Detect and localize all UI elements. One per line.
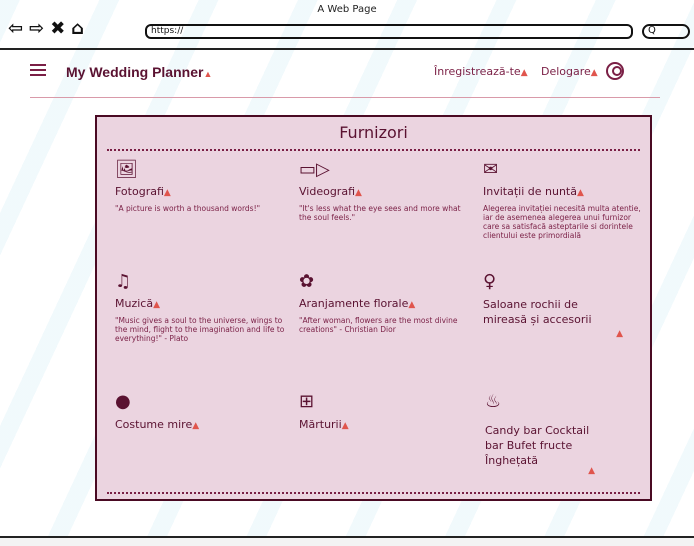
vendor-title: Mărturii bbox=[299, 418, 342, 431]
vendor-card-videographers[interactable]: ▭▷ Videografi▲ "It's less what the eye s… bbox=[299, 159, 469, 222]
vendor-card-groom-suits[interactable]: ● Costume mire▲ bbox=[115, 391, 285, 434]
pin-icon: ▲ bbox=[341, 421, 349, 431]
photos-icon: 🖼 bbox=[115, 159, 138, 180]
vendor-title: Invitații de nuntă bbox=[483, 185, 577, 198]
vendor-card-candy-bar[interactable]: ♨ Candy bar Cocktail bar Bufet fructe În… bbox=[485, 391, 595, 477]
vendor-desc: Alegerea invitației necesită multa atent… bbox=[483, 204, 641, 240]
cupcake-icon: ♨ bbox=[485, 391, 502, 412]
back-icon[interactable]: ⇦ bbox=[8, 20, 23, 38]
groom-icon: ● bbox=[115, 391, 131, 412]
brand-title[interactable]: My Wedding Planner▲ bbox=[66, 64, 212, 80]
divider bbox=[107, 492, 640, 494]
logout-link[interactable]: Delogare▲ bbox=[541, 65, 598, 78]
vendor-title: Videografi bbox=[299, 185, 355, 198]
search-box[interactable]: Q bbox=[642, 24, 690, 39]
app-header: My Wedding Planner▲ Înregistrează-te▲ De… bbox=[30, 58, 660, 98]
pin-icon: ▲ bbox=[203, 69, 213, 79]
dress-icon: ♀ bbox=[483, 271, 497, 292]
vendor-card-dresses[interactable]: ♀ Saloane rochii de mireasă și accesorii… bbox=[483, 271, 623, 340]
vendors-panel: Furnizori 🖼 Fotografi▲ "A picture is wor… bbox=[95, 115, 652, 501]
vendor-card-music[interactable]: ♫ Muzică▲ "Music gives a soul to the uni… bbox=[115, 271, 285, 343]
home-icon[interactable]: ⌂ bbox=[71, 20, 84, 38]
pin-icon: ▲ bbox=[588, 466, 595, 476]
vendor-desc: "Music gives a soul to the universe, win… bbox=[115, 316, 285, 343]
menu-icon[interactable] bbox=[30, 64, 46, 78]
section-title: Furnizori bbox=[339, 123, 408, 142]
window-title: A Web Page bbox=[317, 4, 377, 15]
vendor-desc: "After woman, flowers are the most divin… bbox=[299, 316, 458, 334]
pin-icon: ▲ bbox=[616, 329, 623, 339]
close-icon[interactable]: ✖ bbox=[50, 20, 65, 38]
mail-icon: ✉ bbox=[483, 159, 499, 180]
vendor-title: Fotografi bbox=[115, 185, 164, 198]
vendor-card-favors[interactable]: ⊞ Mărturii▲ bbox=[299, 391, 469, 434]
pin-icon: ▲ bbox=[192, 421, 200, 431]
pin-icon: ▲ bbox=[520, 68, 528, 78]
register-link[interactable]: Înregistrează-te▲ bbox=[434, 65, 528, 78]
forward-icon[interactable]: ⇨ bbox=[29, 20, 44, 38]
gift-icon: ⊞ bbox=[299, 391, 315, 412]
vendor-card-invitations[interactable]: ✉ Invitații de nuntă▲ Alegerea invitație… bbox=[483, 159, 643, 240]
user-icon[interactable] bbox=[606, 62, 624, 80]
pin-icon: ▲ bbox=[163, 188, 171, 198]
vendor-card-flowers[interactable]: ✿ Aranjamente florale▲ "After woman, flo… bbox=[299, 271, 469, 334]
pin-icon: ▲ bbox=[153, 300, 161, 310]
footer-bar bbox=[0, 536, 694, 546]
pin-icon: ▲ bbox=[590, 68, 598, 78]
url-bar[interactable]: https:// bbox=[145, 24, 633, 39]
vendor-title: Costume mire bbox=[115, 418, 193, 431]
pin-icon: ▲ bbox=[408, 300, 416, 310]
video-icon: ▭▷ bbox=[299, 159, 330, 180]
vendor-desc: "A picture is worth a thousand words!" bbox=[115, 204, 261, 213]
pin-icon: ▲ bbox=[576, 188, 584, 198]
flower-icon: ✿ bbox=[299, 271, 315, 292]
nav-buttons: ⇦ ⇨ ✖ ⌂ bbox=[8, 20, 84, 38]
browser-toolbar: A Web Page ⇦ ⇨ ✖ ⌂ https:// Q bbox=[0, 0, 694, 50]
vendor-title: Muzică bbox=[115, 297, 154, 310]
pin-icon: ▲ bbox=[355, 188, 362, 198]
divider bbox=[107, 149, 640, 151]
vendor-desc: "It's less what the eye sees and more wh… bbox=[299, 204, 461, 222]
vendor-card-photographers[interactable]: 🖼 Fotografi▲ "A picture is worth a thous… bbox=[115, 159, 285, 213]
music-icon: ♫ bbox=[115, 271, 132, 292]
vendor-title: Aranjamente florale bbox=[299, 297, 409, 310]
